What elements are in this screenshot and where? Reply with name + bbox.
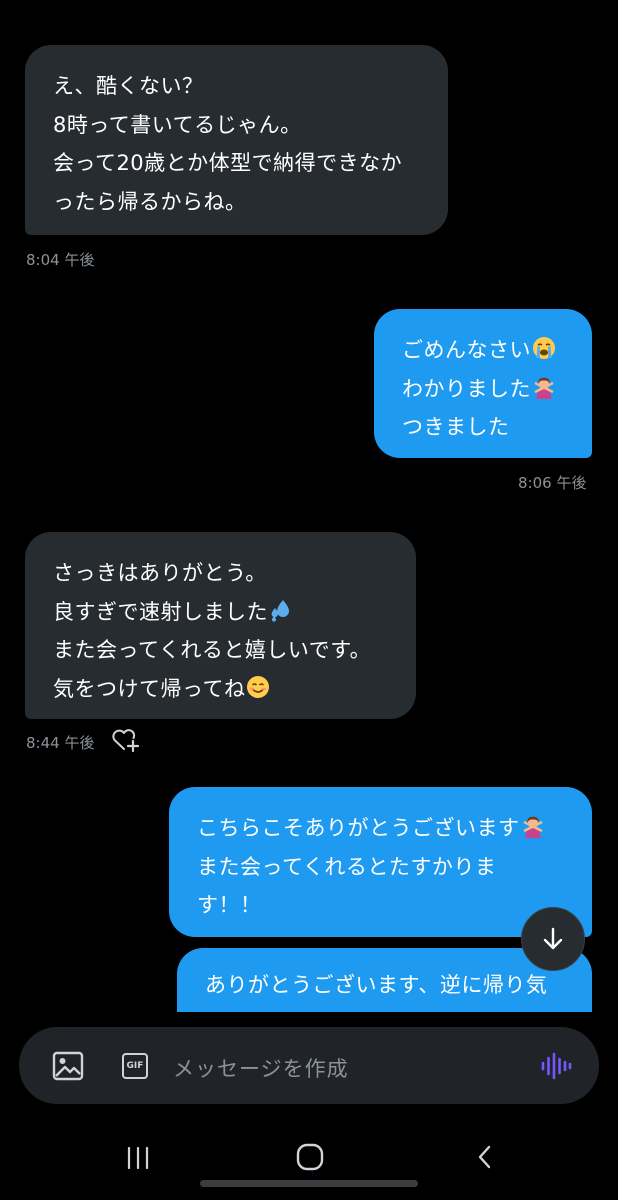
message-composer: GIF メッセージを作成 (19, 1027, 599, 1104)
message-line-text: 良すぎで速射しました (53, 599, 268, 624)
person-gesturing-no-emoji (534, 377, 554, 399)
gif-button[interactable]: GIF (118, 1049, 152, 1083)
message-line: わかりました (402, 370, 568, 409)
message-line: さっきはありがとう。 (53, 561, 267, 585)
message-line-text: こちらこそありがとうございます (197, 816, 520, 840)
gif-label: GIF (126, 1061, 144, 1071)
heart-plus-icon[interactable] (111, 727, 141, 753)
message-timestamp: 8:06 午後 (518, 474, 587, 492)
smiling-face-emoji (247, 675, 270, 698)
message-bubble-outgoing[interactable]: こちらこそありがとうございます また会ってくれるとたすかりま す！！ (169, 787, 592, 937)
message-line: また会ってくれると嬉しいです。 (53, 638, 372, 662)
loudly-crying-face-emoji (533, 337, 555, 359)
voice-waveform-icon[interactable] (539, 1049, 573, 1083)
recent-apps-icon[interactable] (124, 1145, 152, 1171)
message-bubble-incoming[interactable]: さっきはありがとう。 良すぎで速射しました また会ってくれると嬉しいです。 気を… (25, 532, 416, 719)
home-icon[interactable] (295, 1142, 325, 1172)
message-bubble-outgoing[interactable]: ごめんなさい わかりました つきました (374, 309, 592, 458)
message-input[interactable]: メッセージを作成 (173, 1053, 349, 1083)
message-line: つきました (402, 415, 510, 439)
message-line: 8時って書いてるじゃん。 (53, 112, 302, 137)
person-gesturing-no-emoji (522, 816, 543, 838)
scroll-to-bottom-button[interactable] (521, 907, 585, 971)
message-line: 会って20歳とか体型で納得できなか (53, 151, 403, 175)
message-bubble-incoming[interactable]: え、酷くない？ 8時って書いてるじゃん。 会って20歳とか体型で納得できなか っ… (25, 45, 448, 235)
message-line: また会ってくれるとたすかりま (197, 854, 497, 879)
image-icon[interactable] (51, 1049, 85, 1083)
sweat-droplets-emoji (271, 599, 289, 622)
message-line: こちらこそありがとうございます (197, 809, 568, 848)
gesture-handle (200, 1180, 418, 1187)
message-line: え、酷くない？ (53, 74, 204, 98)
message-line-text: ごめんなさい (402, 338, 531, 362)
message-line: 良すぎで速射しました (53, 593, 390, 632)
message-line-text: 気をつけて帰ってね (53, 676, 246, 701)
system-navigation-bar (0, 1120, 618, 1200)
message-timestamp: 8:44 午後 (26, 734, 95, 752)
message-line: ごめんなさい (402, 331, 568, 370)
arrow-down-icon (543, 927, 563, 950)
message-line: ったら帰るからね。 (53, 189, 247, 214)
back-icon[interactable] (474, 1143, 496, 1171)
message-line: ありがとうございます、逆に帰り気 (205, 973, 548, 997)
message-line-text: わかりました (402, 376, 531, 401)
message-timestamp: 8:04 午後 (26, 251, 95, 269)
message-line: す！！ (197, 893, 262, 917)
message-line: 気をつけて帰ってね (53, 670, 390, 709)
gif-button-frame: GIF (122, 1053, 148, 1079)
conversation-thread: え、酷くない？ 8時って書いてるじゃん。 会って20歳とか体型で納得できなか っ… (0, 0, 618, 1012)
